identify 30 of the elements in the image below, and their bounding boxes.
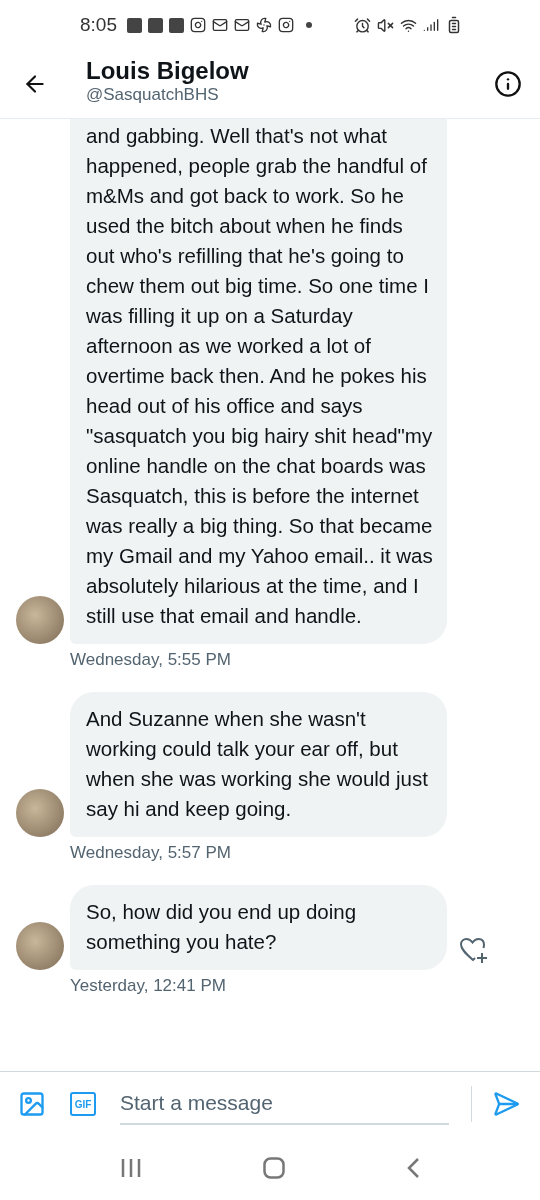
message-bubble: And Suzanne when she wasn't working could talk your ear off, but when she was working she would just say hi and keep going. [70, 692, 447, 837]
signal-icon [423, 17, 439, 33]
alarm-icon [354, 16, 371, 34]
react-button[interactable] [459, 936, 489, 964]
heart-plus-icon [459, 936, 489, 964]
dot-icon [306, 22, 312, 28]
message-time: Wednesday, 5:55 PM [70, 650, 232, 670]
message-bubble: and gabbing. Well that's not what happened, people grab the handful of m&Ms and got back to work. So he used the bitch about when he finds out who's refilling that he's going to chew them out big time. So one time I was filling it up on a Saturday afternoon as we worked a lot of overtime back then. And he pokes his head out of his office and says "sasquatch you big hairy shit head"my online handle on the chat boards was Sasquatch, this is before the internet was really a big thing. So that became my Gmail and my Yahoo email.. it was absolutely hilarious at the time, and I still use that email and handle. [70, 119, 447, 644]
mail-icon [212, 17, 228, 33]
status-time: 8:05 [80, 14, 117, 36]
avatar[interactable] [16, 596, 64, 644]
fan-icon [256, 17, 272, 33]
send-button[interactable] [492, 1090, 520, 1118]
gif-button[interactable]: GIF [70, 1092, 96, 1116]
message-time: Wednesday, 5:57 PM [70, 843, 232, 863]
avatar[interactable] [16, 789, 64, 837]
home-icon[interactable] [263, 1157, 285, 1179]
mail-icon [234, 17, 250, 33]
instagram-icon [278, 17, 294, 33]
contact-name: Louis Bigelow [86, 57, 250, 85]
image-button[interactable] [18, 1090, 46, 1118]
mute-icon [377, 16, 394, 34]
info-button[interactable] [494, 70, 522, 98]
message-time: Yesterday, 12:41 PM [70, 976, 227, 996]
instagram-icon [190, 17, 206, 33]
avatar[interactable] [16, 922, 64, 970]
contact-handle: @SasquatchBHS [86, 85, 220, 105]
message-bubble: So, how did you end up doing something you hate? [70, 885, 447, 970]
recent-apps-icon[interactable] [120, 1158, 143, 1178]
back-icon[interactable] [405, 1157, 420, 1179]
